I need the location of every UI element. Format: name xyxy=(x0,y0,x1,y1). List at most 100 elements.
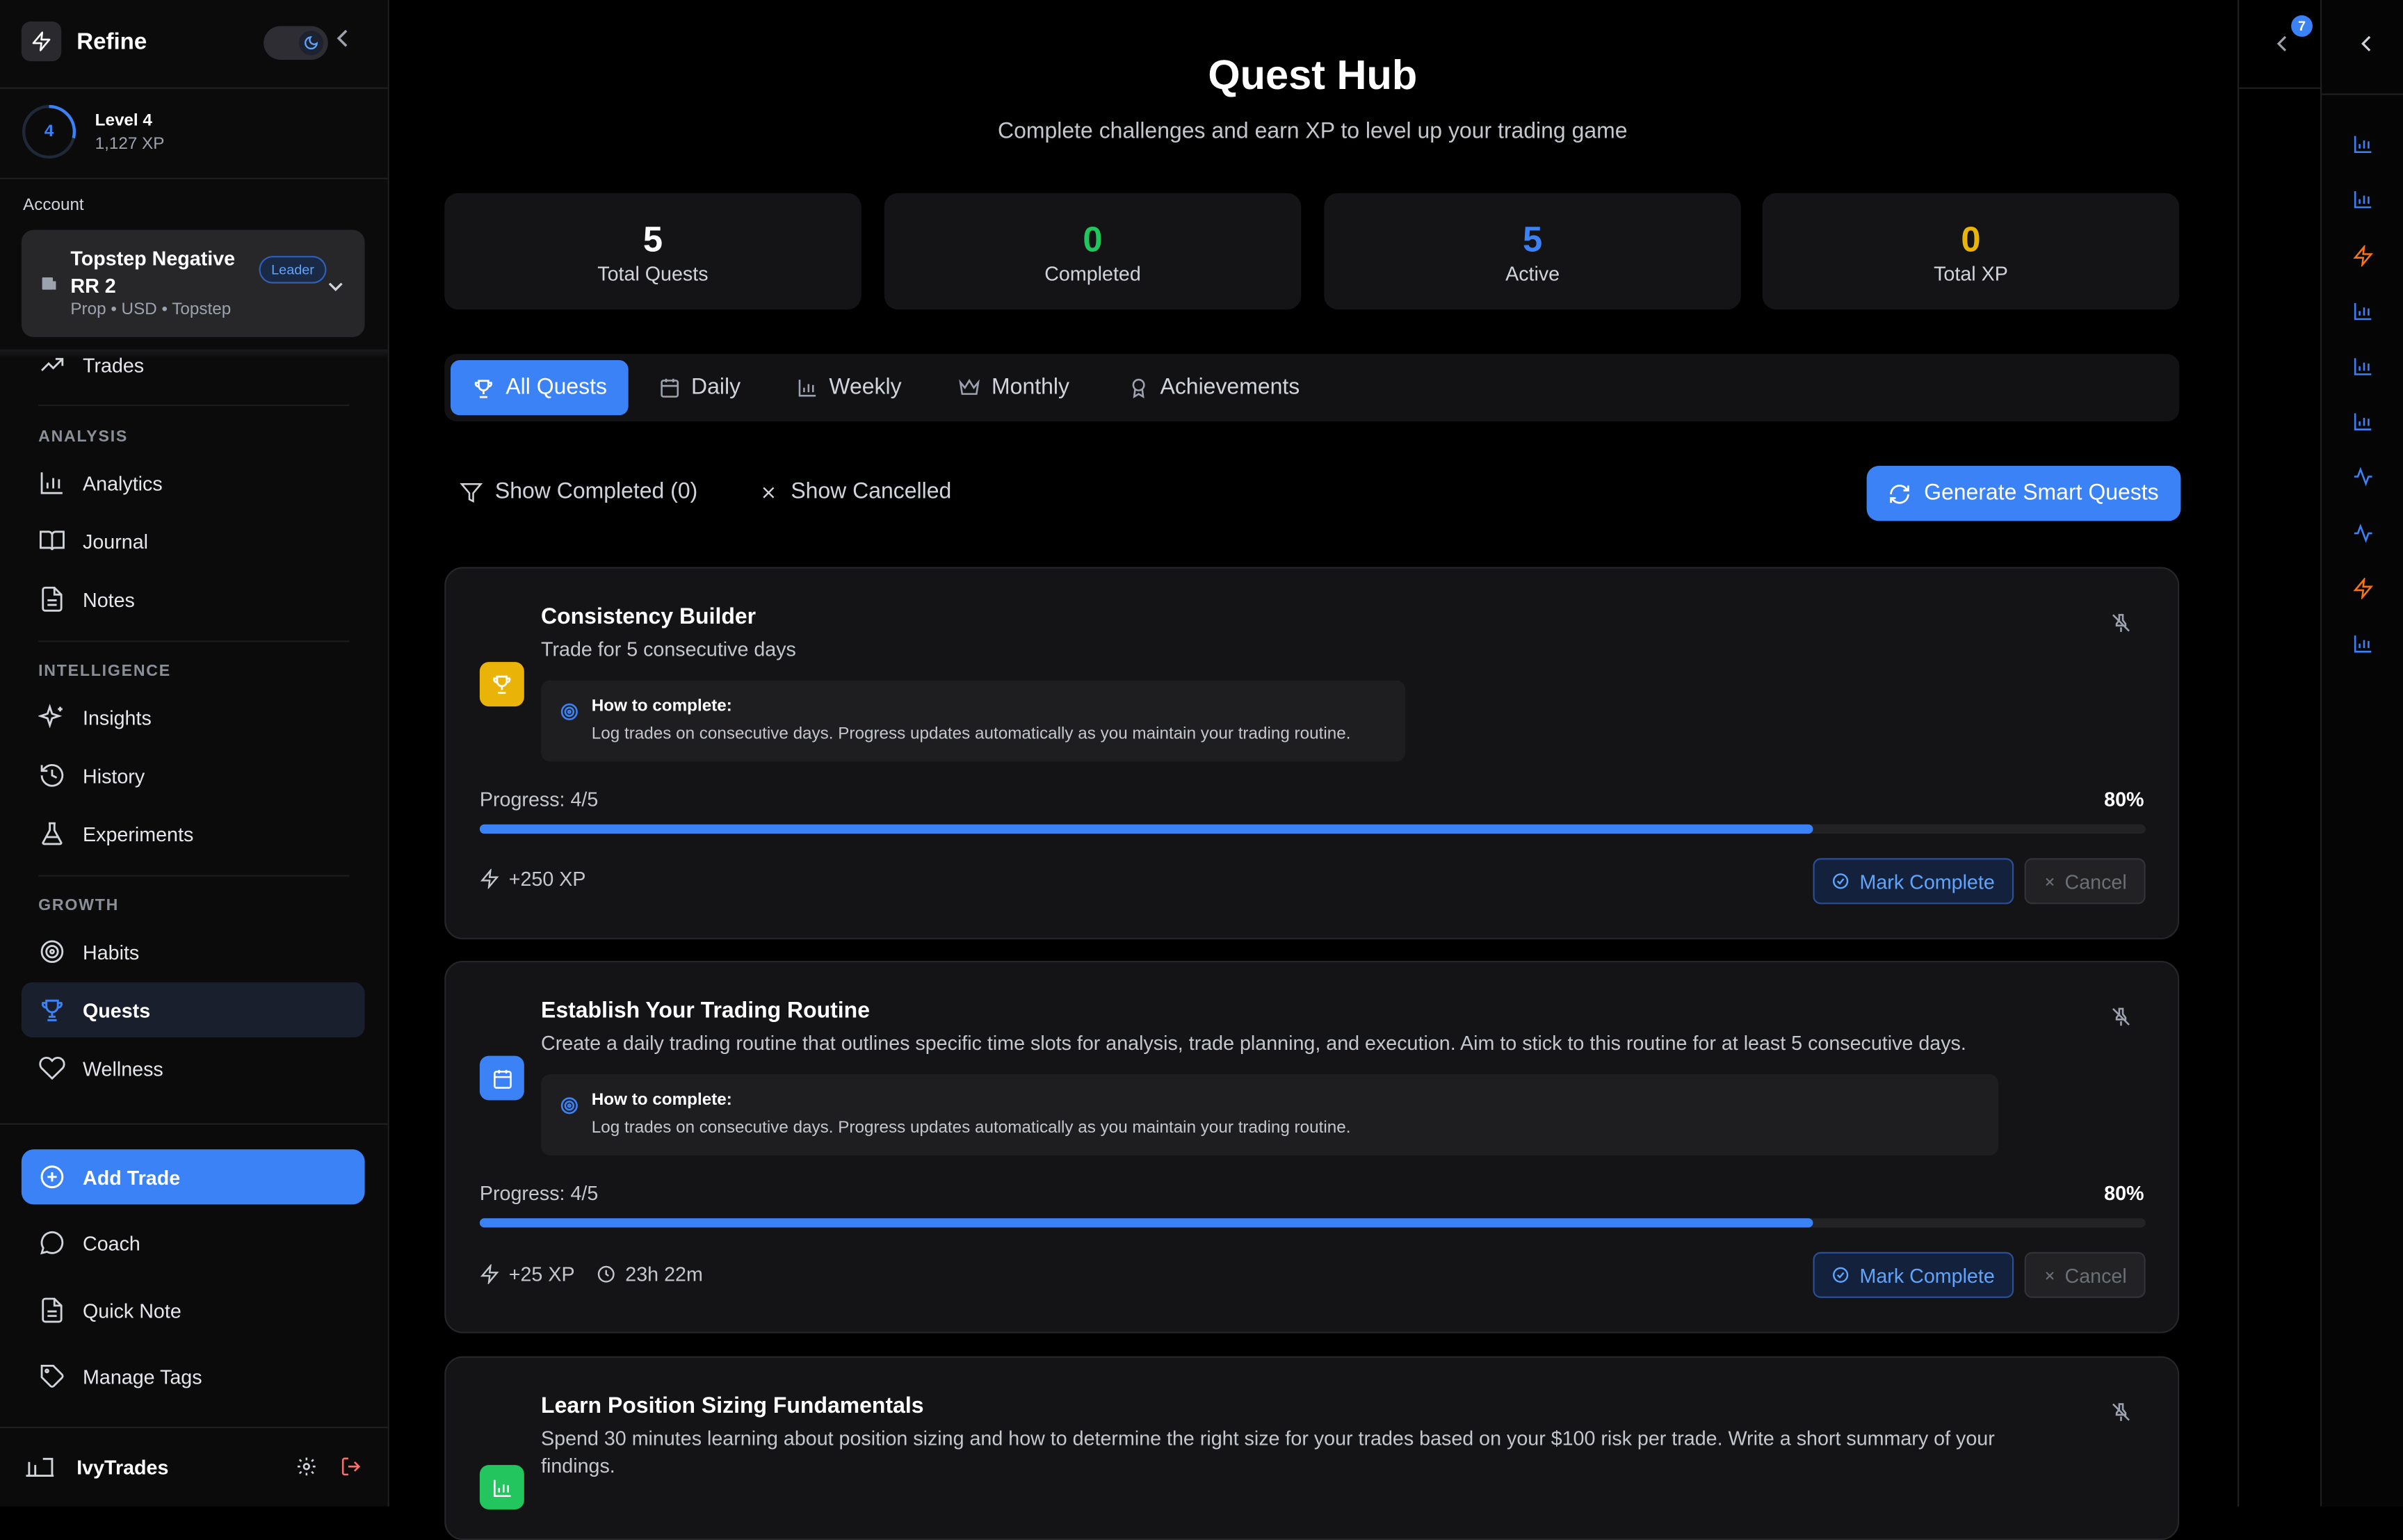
quest-xp: +25 XP 23h 22m xyxy=(480,1263,703,1286)
mark-complete-button[interactable]: Mark Complete xyxy=(1813,858,2014,905)
how-title: How to complete: xyxy=(591,697,732,716)
sidebar-item-label: Notes xyxy=(83,587,135,611)
sidebar-item-quick-note[interactable]: Quick Note xyxy=(22,1283,365,1338)
how-text: Log trades on consecutive days. Progress… xyxy=(591,724,1351,743)
how-text: Log trades on consecutive days. Progress… xyxy=(591,1118,1351,1137)
bar-chart-icon[interactable] xyxy=(2352,411,2374,440)
stat-active: 5 Active xyxy=(1324,193,1741,310)
heart-icon xyxy=(39,1056,65,1080)
stat-value: 5 xyxy=(1522,219,1543,259)
divider xyxy=(0,87,388,89)
stat-completed: 0 Completed xyxy=(884,193,1302,310)
account-selector[interactable]: Topstep Negative RR 2 Prop • USD • Topst… xyxy=(21,229,365,337)
divider xyxy=(38,640,350,642)
account-meta: Prop • USD • Topstep xyxy=(70,300,232,319)
sidebar-item-wellness[interactable]: Wellness xyxy=(22,1041,365,1096)
sparkles-icon xyxy=(38,704,63,729)
show-completed-filter[interactable]: Show Completed (0) xyxy=(460,480,697,504)
plus-circle-icon xyxy=(40,1165,64,1189)
sidebar-item-analytics[interactable]: Analytics xyxy=(22,455,365,510)
stat-label: Completed xyxy=(1044,261,1141,285)
divider xyxy=(2239,87,2322,89)
logout-icon[interactable] xyxy=(340,1456,362,1485)
sidebar-item-habits[interactable]: Habits xyxy=(22,924,365,979)
leader-badge: Leader xyxy=(259,256,327,284)
bar-chart-icon[interactable] xyxy=(2352,355,2374,384)
account-name: Topstep Negative RR 2 xyxy=(70,246,236,298)
tab-achievements[interactable]: Achievements xyxy=(1106,360,1321,415)
collapse-sidebar-icon[interactable] xyxy=(336,28,351,56)
tab-label: Weekly xyxy=(829,375,902,400)
bar-chart-icon[interactable] xyxy=(2352,188,2374,218)
sidebar-item-label: Quick Note xyxy=(83,1298,181,1322)
activity-icon[interactable] xyxy=(2352,523,2374,552)
add-trade-button[interactable]: Add Trade xyxy=(21,1149,365,1205)
quest-title: Consistency Builder xyxy=(541,605,756,630)
page-title: Quest Hub xyxy=(1208,51,1418,99)
sidebar-item-label: Quests xyxy=(83,998,151,1022)
lightning-icon[interactable] xyxy=(2352,576,2374,607)
lightning-icon xyxy=(480,1264,499,1285)
book-open-icon xyxy=(40,530,65,551)
notification-badge: 7 xyxy=(2291,15,2313,37)
file-text-icon xyxy=(42,586,63,612)
quest-title: Learn Position Sizing Fundamentals xyxy=(541,1394,924,1419)
sidebar-item-insights[interactable]: Insights xyxy=(22,690,365,745)
progress-bar-fill xyxy=(479,824,1813,834)
brand[interactable]: Refine xyxy=(21,21,147,62)
generate-smart-quests-button[interactable]: Generate Smart Quests xyxy=(1866,466,2181,521)
sidebar-item-experiments[interactable]: Experiments xyxy=(22,806,365,861)
x-icon xyxy=(2046,877,2055,886)
expand-panel-chevron-icon[interactable] xyxy=(2276,33,2290,61)
pin-off-icon[interactable] xyxy=(2110,1401,2132,1432)
stat-value: 5 xyxy=(642,219,663,259)
sidebar-item-journal[interactable]: Journal xyxy=(22,513,365,568)
show-cancelled-filter[interactable]: Show Cancelled xyxy=(759,480,951,504)
clock-icon xyxy=(597,1265,615,1283)
target-icon xyxy=(40,940,64,964)
tab-weekly[interactable]: Weekly xyxy=(775,360,923,415)
trophy-icon xyxy=(474,379,493,398)
progress-percent: 80% xyxy=(2104,787,2144,811)
collapse-rail-chevron-icon[interactable] xyxy=(2360,33,2374,61)
cancel-button[interactable]: Cancel xyxy=(2024,858,2146,905)
mark-complete-button[interactable]: Mark Complete xyxy=(1813,1251,2014,1298)
tab-daily[interactable]: Daily xyxy=(638,360,762,415)
moon-icon xyxy=(298,31,324,56)
sidebar-item-label: History xyxy=(83,763,145,787)
sidebar-item-trades[interactable]: Trades xyxy=(22,337,365,392)
cancel-label: Cancel xyxy=(2064,1263,2127,1287)
quest-xp: +250 XP xyxy=(480,868,586,891)
bar-chart-icon[interactable] xyxy=(2352,300,2374,330)
settings-gear-icon[interactable] xyxy=(296,1456,317,1485)
activity-icon[interactable] xyxy=(2352,466,2374,495)
account-label: Account xyxy=(23,196,84,215)
sidebar-item-notes[interactable]: Notes xyxy=(22,572,365,626)
pin-off-icon[interactable] xyxy=(2110,1005,2132,1036)
stat-value: 0 xyxy=(1961,219,1981,259)
sidebar-item-quests[interactable]: Quests xyxy=(21,982,365,1038)
cancel-label: Cancel xyxy=(2064,869,2127,893)
sidebar-item-coach[interactable]: Coach xyxy=(22,1215,365,1270)
pin-off-icon[interactable] xyxy=(2110,611,2132,642)
cancel-button[interactable]: Cancel xyxy=(2024,1251,2146,1298)
mark-complete-label: Mark Complete xyxy=(1859,869,1995,893)
xp-value: +25 XP xyxy=(508,1263,575,1286)
add-trade-label: Add Trade xyxy=(83,1165,181,1189)
history-icon xyxy=(40,764,64,787)
theme-toggle[interactable] xyxy=(264,26,328,60)
bar-chart-icon[interactable] xyxy=(2352,633,2374,662)
trophy-icon xyxy=(479,662,524,707)
trophy-icon xyxy=(41,999,63,1021)
sidebar-item-manage-tags[interactable]: Manage Tags xyxy=(22,1349,365,1404)
target-icon xyxy=(559,1096,579,1124)
section-label-analysis: ANALYSIS xyxy=(38,427,129,446)
bar-chart-icon[interactable] xyxy=(2352,133,2374,163)
quest-description: Trade for 5 consecutive days xyxy=(541,637,796,660)
check-circle-icon xyxy=(1833,873,1850,889)
sidebar-item-history[interactable]: History xyxy=(22,748,365,803)
lightning-icon[interactable] xyxy=(2352,244,2374,275)
xp-value: +250 XP xyxy=(508,867,586,891)
tab-all-quests[interactable]: All Quests xyxy=(451,359,629,416)
tab-monthly[interactable]: Monthly xyxy=(937,360,1091,415)
